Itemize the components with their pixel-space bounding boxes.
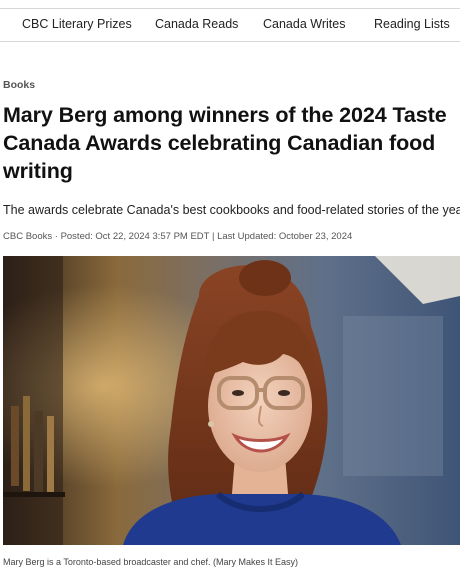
byline-divider: | xyxy=(209,231,218,242)
article-byline: CBC Books · Posted: Oct 22, 2024 3:57 PM… xyxy=(3,231,352,242)
byline-author-link[interactable]: CBC Books xyxy=(3,231,52,242)
article-deck: The awards celebrate Canada's best cookb… xyxy=(3,203,460,217)
nav-item-canada-writes[interactable]: Canada Writes xyxy=(263,17,345,31)
headline-line-1: Mary Berg among winners of the 2024 Tast… xyxy=(3,103,447,127)
nav-item-reading-lists[interactable]: Reading Lists xyxy=(374,17,450,31)
article-photo xyxy=(3,256,460,545)
article-headline: Mary Berg among winners of the 2024 Tast… xyxy=(3,101,460,185)
photo-caption: Mary Berg is a Toronto-based broadcaster… xyxy=(3,557,298,567)
top-nav: CBC Literary Prizes Canada Reads Canada … xyxy=(0,8,460,42)
headline-line-2: Canada Awards celebrating Canadian food xyxy=(3,131,436,155)
portrait-illustration xyxy=(3,256,460,545)
nav-item-canada-reads[interactable]: Canada Reads xyxy=(155,17,238,31)
byline-posted: Posted: Oct 22, 2024 3:57 PM EDT xyxy=(60,231,210,242)
headline-line-3: writing xyxy=(3,159,73,183)
article-page: CBC Literary Prizes Canada Reads Canada … xyxy=(0,0,460,575)
byline-separator: · xyxy=(52,231,61,242)
section-label[interactable]: Books xyxy=(3,79,35,91)
byline-updated: Last Updated: October 23, 2024 xyxy=(217,231,353,242)
nav-item-cbc-literary-prizes[interactable]: CBC Literary Prizes xyxy=(22,17,132,31)
